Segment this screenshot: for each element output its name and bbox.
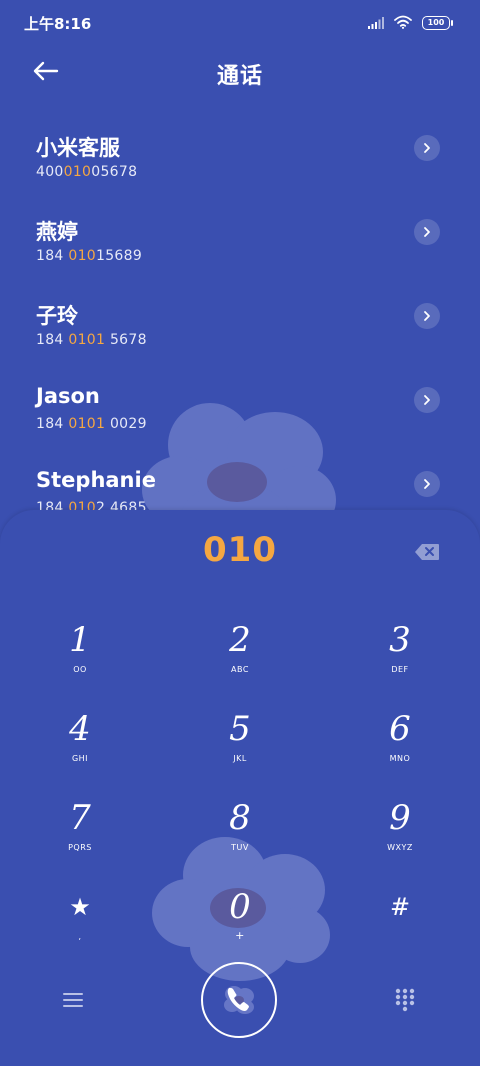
key-7[interactable]: 7 PQRS (20, 798, 140, 874)
contact-item[interactable]: 小米客服 40001005678 (0, 120, 480, 204)
menu-button[interactable] (58, 985, 88, 1015)
contact-item[interactable]: 子玲 184 0101 5678 (0, 288, 480, 372)
contact-detail-button[interactable] (414, 471, 440, 497)
contact-detail-button[interactable] (414, 303, 440, 329)
key-5[interactable]: 5 JKL (180, 709, 300, 785)
contact-detail-button[interactable] (414, 219, 440, 245)
contact-number: 40001005678 (36, 164, 138, 180)
key-6[interactable]: 6 MNO (340, 709, 460, 785)
chevron-right-icon (424, 479, 430, 489)
backspace-icon (415, 544, 439, 560)
key-4[interactable]: 4 GHI (20, 709, 140, 785)
contact-number: 184 01015689 (36, 248, 143, 264)
contact-name: 小米客服 (36, 136, 120, 160)
key-0[interactable]: 0 + (180, 887, 300, 963)
call-button[interactable] (201, 962, 277, 1038)
key-star[interactable]: ★ , (20, 887, 140, 963)
header: 通话 (0, 48, 480, 98)
contact-item[interactable]: Stephanie 184 0102 4685 (0, 456, 480, 510)
menu-icon (63, 993, 83, 1007)
key-1[interactable]: 1 OO (20, 620, 140, 696)
chevron-right-icon (424, 227, 430, 237)
wifi-icon (394, 14, 412, 33)
dialed-number-display: 010 (203, 530, 277, 570)
dialpad-panel: 010 1 OO 2 ABC 3 DEF 4 GHI 5 JKL 6 MNO 7… (0, 510, 480, 1066)
signal-icon (368, 14, 384, 33)
key-2[interactable]: 2 ABC (180, 620, 300, 696)
contact-list: 小米客服 40001005678 燕婷 184 01015689 子玲 184 … (0, 120, 480, 510)
status-time: 上午8:16 (24, 15, 92, 33)
phone-icon (224, 986, 254, 1014)
chevron-right-icon (424, 143, 430, 153)
dialpad-toggle-button[interactable] (390, 985, 420, 1015)
contact-number: 184 0101 5678 (36, 332, 147, 348)
status-icons: 100 (368, 14, 453, 33)
key-3[interactable]: 3 DEF (340, 620, 460, 696)
page-title: 通话 (216, 64, 263, 89)
chevron-right-icon (424, 395, 430, 405)
contact-detail-button[interactable] (414, 387, 440, 413)
backspace-button[interactable] (414, 543, 440, 561)
key-8[interactable]: 8 TUV (180, 798, 300, 874)
chevron-right-icon (424, 311, 430, 321)
contact-item[interactable]: Jason 184 0101 0029 (0, 372, 480, 456)
key-hash[interactable]: # (340, 887, 460, 963)
contact-name: Stephanie (36, 468, 156, 492)
contact-number: 184 0102 4685 (36, 500, 147, 510)
dialpad-grid-icon (395, 988, 415, 1012)
contact-name: 子玲 (36, 304, 78, 328)
key-9[interactable]: 9 WXYZ (340, 798, 460, 874)
contact-detail-button[interactable] (414, 135, 440, 161)
contact-name: Jason (36, 384, 100, 408)
status-bar: 上午8:16 100 (0, 0, 480, 46)
battery-icon: 100 (422, 16, 453, 30)
contact-number: 184 0101 0029 (36, 416, 147, 432)
contact-item[interactable]: 燕婷 184 01015689 (0, 204, 480, 288)
contact-name: 燕婷 (36, 220, 78, 244)
